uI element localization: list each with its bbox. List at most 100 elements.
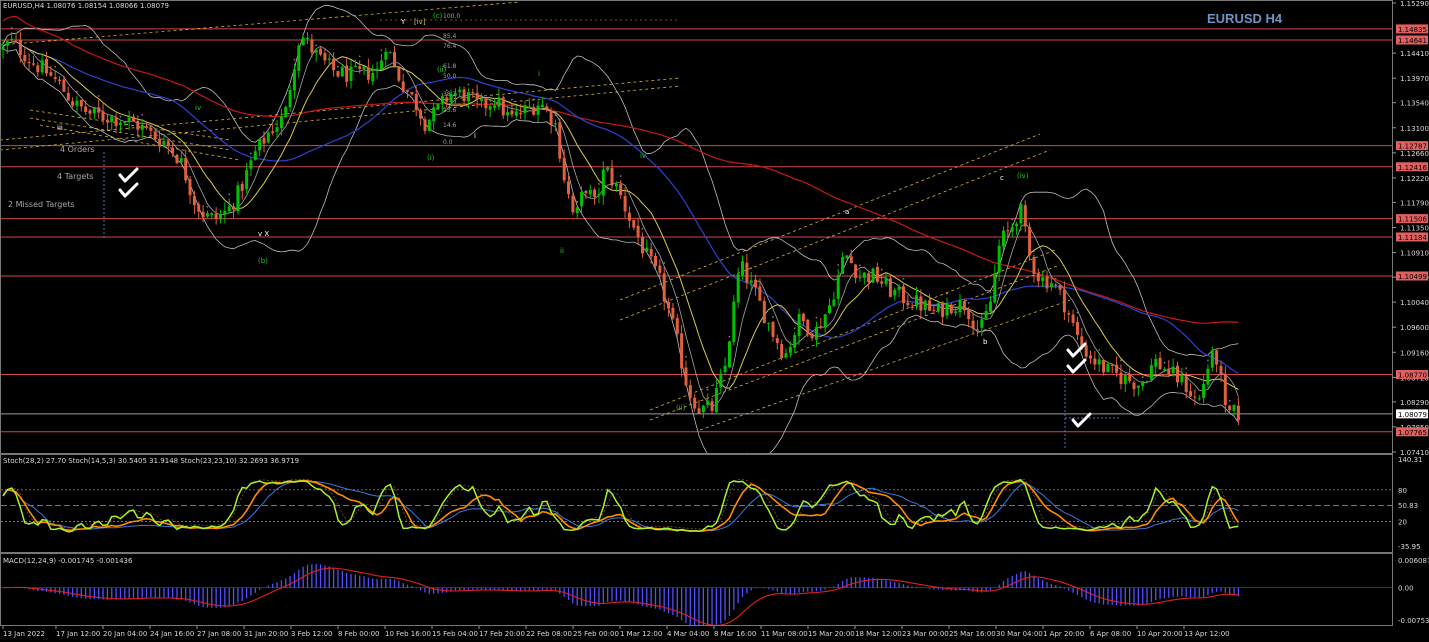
candle-body bbox=[480, 98, 483, 101]
candle-body bbox=[192, 196, 196, 206]
candle-body bbox=[741, 261, 744, 276]
candle-body bbox=[71, 101, 75, 106]
candle-body bbox=[232, 206, 235, 210]
candle-body bbox=[597, 194, 601, 196]
candle-body bbox=[66, 93, 70, 101]
candle-body bbox=[749, 280, 753, 283]
candle-body bbox=[292, 69, 296, 91]
candle-body bbox=[1189, 391, 1193, 397]
wave-label: [iv] bbox=[414, 18, 426, 26]
candle-body bbox=[1084, 345, 1088, 357]
macd-pane[interactable] bbox=[1, 564, 1392, 630]
fractal-dot bbox=[663, 262, 666, 264]
wave-label: (c) bbox=[433, 12, 443, 20]
candle-body bbox=[841, 257, 845, 274]
trend-channel bbox=[1, 1, 1071, 431]
candle-body bbox=[680, 333, 684, 369]
fractal-dot bbox=[1098, 349, 1101, 351]
candle-body bbox=[1002, 230, 1005, 247]
trading-chart[interactable]: (b)(i)(ii) iiiiv(ii)(iv)acbY [iv](c)iiviii… bbox=[0, 0, 1429, 642]
x-tick-label: 10 Apr 20:00 bbox=[1137, 630, 1183, 638]
fractal-dot bbox=[576, 200, 579, 203]
fractal-dots bbox=[10, 27, 1231, 402]
x-tick-label: 27 Jan 08:00 bbox=[197, 630, 241, 638]
stochastic-pane[interactable] bbox=[1, 478, 1392, 533]
candle-body bbox=[1119, 372, 1123, 384]
fib-level-label: 23.6 bbox=[443, 107, 457, 114]
candle-body bbox=[1132, 382, 1136, 390]
candle-body bbox=[888, 278, 892, 297]
candle-body bbox=[954, 311, 958, 313]
fractal-dot bbox=[1185, 367, 1188, 370]
fractal-dot bbox=[424, 111, 426, 114]
candle-body bbox=[484, 98, 488, 109]
candle-body bbox=[10, 38, 14, 40]
candle-body bbox=[1193, 396, 1197, 398]
x-tick-label: 15 Feb 04:00 bbox=[432, 630, 478, 638]
chart-info-header: EURUSD,H4 1.08076 1.08154 1.08066 1.0807… bbox=[3, 2, 169, 10]
candle-body bbox=[915, 295, 918, 307]
candle-body bbox=[1210, 350, 1214, 368]
candle-body bbox=[171, 147, 175, 154]
fractal-dot bbox=[358, 55, 361, 58]
candle-body bbox=[910, 306, 914, 308]
wave-label: b bbox=[983, 338, 988, 346]
candle-body bbox=[388, 52, 392, 54]
candle-body bbox=[875, 267, 879, 282]
fib-level-label: 38.2 bbox=[443, 91, 457, 98]
candle-body bbox=[710, 401, 714, 411]
orders-label: 4 Orders bbox=[60, 145, 95, 154]
fractal-dot bbox=[728, 335, 731, 338]
candle-body bbox=[1089, 355, 1092, 359]
candle-body bbox=[567, 181, 570, 194]
candle-body bbox=[210, 213, 214, 215]
price-pane[interactable]: (b)(i)(ii) iiiiv(ii)(iv)acbY [iv](c)iiviii… bbox=[0, 1, 1392, 466]
candle-body bbox=[654, 255, 657, 267]
macd-info-header: MACD(12,24,9) -0.001745 -0.001436 bbox=[3, 557, 133, 565]
candle-body bbox=[88, 110, 92, 114]
wave-label: (b) bbox=[258, 257, 268, 265]
x-tick-label: 30 Mar 04:00 bbox=[996, 630, 1043, 638]
candle-body bbox=[1093, 358, 1097, 365]
fractal-dot bbox=[54, 65, 57, 68]
candle-body bbox=[527, 106, 531, 108]
y-tick-label: 1.12220 bbox=[1400, 175, 1429, 183]
x-tick-label: 8 Feb 00:00 bbox=[338, 630, 379, 638]
candle-body bbox=[801, 313, 805, 322]
x-tick-label: 17 Feb 20:00 bbox=[479, 630, 525, 638]
fractal-dot bbox=[141, 114, 144, 116]
wave-label: (i) bbox=[427, 154, 435, 162]
fractal-dot bbox=[685, 355, 687, 358]
candle-body bbox=[236, 185, 240, 212]
y-tick-label: 1.08290 bbox=[1400, 399, 1429, 407]
candle-body bbox=[227, 206, 231, 212]
candle-body bbox=[1006, 230, 1010, 232]
candle-body bbox=[1097, 359, 1101, 365]
candle-body bbox=[971, 320, 975, 329]
candle-body bbox=[984, 311, 988, 319]
candle-body bbox=[997, 245, 1001, 273]
candle-body bbox=[1010, 227, 1014, 232]
fractal-dot bbox=[1163, 361, 1166, 364]
candle-body bbox=[1236, 405, 1240, 421]
candle-body bbox=[1045, 276, 1049, 289]
ma-fast-yellow bbox=[2, 41, 1239, 390]
price-tag-label: 1.08079 bbox=[1398, 411, 1427, 419]
candle-body bbox=[205, 213, 209, 217]
candle-body bbox=[906, 302, 910, 306]
candle-body bbox=[688, 385, 692, 398]
candle-body bbox=[836, 275, 840, 299]
candle-body bbox=[754, 279, 758, 288]
candle-body bbox=[523, 105, 527, 114]
x-tick-label: 17 Jan 12:00 bbox=[56, 630, 100, 638]
candle-body bbox=[149, 128, 153, 131]
time-axis: 13 Jan 2022 17 Jan 12:00 20 Jan 04:00 24 Ja… bbox=[2, 626, 1230, 638]
candle-body bbox=[45, 59, 48, 74]
candle-body bbox=[536, 105, 540, 115]
candle-body bbox=[471, 92, 475, 94]
fractal-dot bbox=[380, 49, 383, 52]
candle-body bbox=[271, 131, 275, 134]
candle-body bbox=[1110, 364, 1114, 366]
candle-body bbox=[336, 71, 340, 77]
fractal-dot bbox=[1207, 359, 1209, 362]
